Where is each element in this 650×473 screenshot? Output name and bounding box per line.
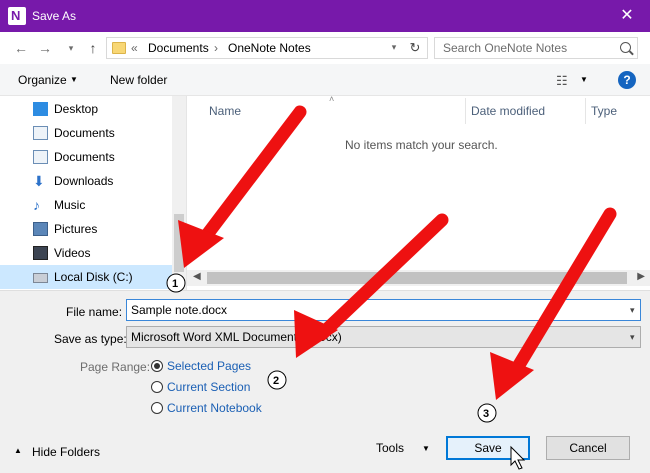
sidebar-item-downloads[interactable]: ⬇ Downloads [0, 169, 172, 193]
chevron-down-icon[interactable]: ▼ [580, 75, 588, 84]
help-icon[interactable]: ? [618, 71, 636, 89]
sort-indicator-icon: ˄ [329, 94, 335, 104]
radio-label-current-notebook[interactable]: Current Notebook [167, 401, 262, 415]
chevron-down-icon[interactable]: ▾ [630, 305, 635, 316]
breadcrumb-overflow[interactable]: « [131, 41, 138, 55]
view-options-icon[interactable]: ☷ [556, 73, 568, 89]
navigation-bar: ← → ▾ ↑ « Documents › OneNote Notes ▾ ↻ [0, 32, 650, 64]
forward-arrow-icon[interactable]: → [36, 40, 54, 56]
sidebar-item-label: Local Disk (C:) [54, 270, 133, 284]
sidebar-item-label: Desktop [54, 102, 99, 116]
sidebar-item-local-disk[interactable]: Local Disk (C:) [0, 265, 172, 289]
navigation-pane: Desktop Documents Documents ⬇ Downloads … [0, 96, 186, 290]
back-arrow-icon[interactable]: ← [12, 40, 30, 56]
search-input[interactable] [435, 38, 615, 58]
chevron-down-icon[interactable]: ▾ [630, 332, 635, 343]
new-folder-button[interactable]: New folder [110, 73, 167, 87]
horizontal-scrollbar[interactable]: ◀ ▶ [187, 270, 650, 286]
column-divider[interactable] [465, 98, 466, 124]
local-disk-icon [33, 273, 48, 283]
cancel-button[interactable]: Cancel [546, 436, 630, 460]
sidebar-item-label: Pictures [54, 222, 98, 236]
scroll-right-icon[interactable]: ▶ [637, 271, 645, 282]
videos-icon [33, 246, 48, 260]
onenote-app-icon [8, 7, 26, 25]
music-icon: ♪ [33, 197, 40, 213]
sidebar-item-label: Downloads [54, 174, 114, 188]
chevron-up-icon: ▲ [14, 446, 22, 455]
documents-icon [33, 150, 48, 164]
save-form: File name: Sample note.docx ▾ Save as ty… [0, 290, 650, 473]
sidebar-item-label: Documents [54, 150, 115, 164]
save-as-type-select[interactable]: Microsoft Word XML Document (*.docx) [126, 326, 641, 348]
sidebar-item-label: Videos [54, 246, 91, 260]
folder-icon [112, 42, 126, 54]
radio-current-notebook[interactable] [151, 402, 163, 414]
up-arrow-icon[interactable]: ↑ [84, 40, 102, 56]
radio-current-section[interactable] [151, 381, 163, 393]
documents-icon [33, 126, 48, 140]
refresh-icon[interactable]: ↻ [407, 40, 423, 56]
breadcrumb-onenote-notes[interactable]: OneNote Notes [228, 41, 311, 55]
file-name-field[interactable]: Sample note.docx [126, 299, 641, 321]
sidebar-item-documents-library[interactable]: Documents [0, 145, 172, 169]
breadcrumb-separator[interactable]: › [214, 41, 218, 55]
radio-label-selected-pages[interactable]: Selected Pages [167, 359, 251, 373]
tools-button[interactable]: Tools [376, 441, 404, 455]
sidebar-item-label: Music [54, 198, 86, 212]
sidebar-item-documents[interactable]: Documents [0, 121, 172, 145]
pictures-icon [33, 222, 48, 236]
save-as-type-label: Save as type: [54, 332, 127, 346]
file-name-label: File name: [66, 305, 123, 319]
chevron-down-icon[interactable]: ▾ [387, 42, 401, 53]
save-button[interactable]: Save [446, 436, 530, 460]
sidebar-scrollbar-thumb[interactable] [174, 214, 184, 272]
sidebar-item-desktop[interactable]: Desktop [0, 97, 172, 121]
file-list: ˄ Name Date modified Type No items match… [186, 94, 650, 290]
hide-folders-label: Hide Folders [32, 445, 101, 459]
chevron-down-icon[interactable]: ▼ [422, 444, 430, 453]
column-divider[interactable] [585, 98, 586, 124]
sidebar-item-music[interactable]: ♪ Music [0, 193, 172, 217]
search-icon[interactable] [620, 42, 631, 53]
column-header-type[interactable]: Type [591, 104, 617, 118]
scroll-left-icon[interactable]: ◀ [193, 271, 201, 282]
radio-selected-pages[interactable] [151, 360, 163, 372]
search-box[interactable] [434, 37, 638, 59]
sidebar-item-pictures[interactable]: Pictures [0, 217, 172, 241]
recent-locations-chevron-icon[interactable]: ▾ [62, 43, 80, 54]
page-range-label: Page Range: [80, 360, 151, 374]
downloads-icon: ⬇ [33, 173, 45, 189]
horizontal-scrollbar-thumb[interactable] [207, 272, 627, 284]
column-header-name[interactable]: Name [209, 104, 241, 118]
close-button[interactable]: ✕ [604, 0, 650, 32]
breadcrumb-documents[interactable]: Documents [148, 41, 209, 55]
command-toolbar: Organize ▼ New folder ☷ ▼ ? [0, 64, 650, 96]
title-bar: Save As ✕ [0, 0, 650, 32]
sidebar-scrollbar[interactable] [172, 96, 186, 290]
empty-list-message: No items match your search. [345, 138, 498, 152]
radio-label-current-section[interactable]: Current Section [167, 380, 250, 394]
address-bar[interactable]: « Documents › OneNote Notes ▾ ↻ [106, 37, 428, 59]
window-title: Save As [32, 9, 77, 23]
column-header-date-modified[interactable]: Date modified [471, 104, 545, 118]
sidebar-item-videos[interactable]: Videos [0, 241, 172, 265]
organize-button[interactable]: Organize [18, 73, 67, 87]
chevron-down-icon[interactable]: ▼ [70, 75, 78, 84]
desktop-icon [33, 102, 48, 116]
sidebar-item-label: Documents [54, 126, 115, 140]
